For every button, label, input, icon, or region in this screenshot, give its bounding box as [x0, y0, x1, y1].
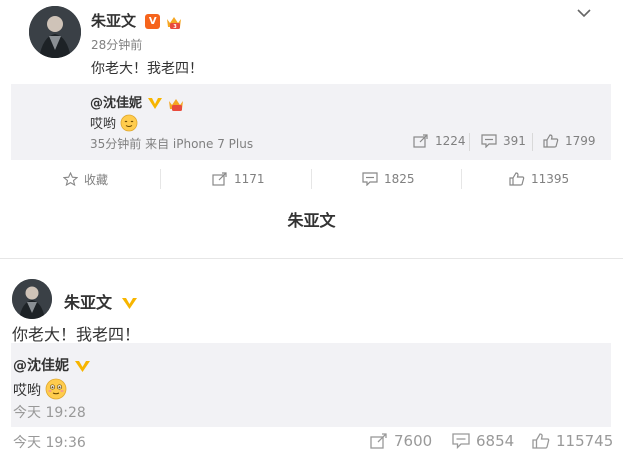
- repost-author[interactable]: @沈佳妮: [13, 355, 90, 375]
- favorite-button[interactable]: 收藏: [63, 166, 108, 192]
- smile-emoji-icon: [120, 114, 138, 136]
- author-avatar[interactable]: [29, 6, 81, 58]
- crown-icon: [167, 96, 185, 112]
- like-button[interactable]: 11395: [509, 166, 569, 192]
- like-icon: [509, 172, 525, 186]
- repost-text: 哎哟: [90, 113, 138, 136]
- svg-text:3: 3: [174, 24, 178, 30]
- chevron-down-icon[interactable]: [577, 8, 591, 18]
- post-time: 今天 19:36: [13, 435, 86, 451]
- author-name[interactable]: 朱亚文 V 3: [91, 10, 183, 31]
- repost-reposts[interactable]: 1224: [413, 134, 466, 148]
- repost-button[interactable]: 1171: [212, 166, 265, 192]
- repost-likes[interactable]: 1799: [543, 134, 596, 148]
- repost-button[interactable]: 7600: [370, 432, 432, 450]
- repost-time: 今天 19:28: [13, 405, 86, 421]
- author-avatar[interactable]: [12, 279, 52, 319]
- repost-text: 哎哟: [13, 378, 67, 404]
- separator: [532, 133, 533, 151]
- repost-icon: [370, 433, 388, 449]
- verified-icon: V: [145, 14, 161, 29]
- comment-button[interactable]: 1825: [362, 166, 415, 192]
- repost-author[interactable]: @沈佳妮: [90, 92, 185, 112]
- comment-icon: [362, 172, 378, 186]
- crown-icon: 3: [165, 14, 183, 30]
- comment-icon: [452, 433, 470, 449]
- comment-icon: [481, 134, 497, 148]
- verified-icon: [147, 96, 163, 111]
- repost-icon: [413, 134, 429, 148]
- separator: [469, 133, 470, 151]
- post-text: 你老大！我老四！: [91, 61, 203, 77]
- author-name[interactable]: 朱亚文: [64, 289, 137, 313]
- like-icon: [543, 134, 559, 148]
- verified-icon: [121, 296, 137, 311]
- repost-comments[interactable]: 391: [481, 134, 526, 148]
- repost-time-source[interactable]: 35分钟前 来自 iPhone 7 Plus: [90, 135, 253, 152]
- comment-button[interactable]: 6854: [452, 432, 514, 450]
- like-icon: [532, 433, 550, 449]
- post-text: 你老大！我老四！: [12, 325, 141, 344]
- separator: [311, 169, 312, 189]
- post-time[interactable]: 28分钟前: [91, 36, 142, 53]
- verified-icon: [74, 359, 90, 374]
- repost-card: [11, 343, 611, 427]
- caption-name: 朱亚文: [287, 211, 336, 230]
- smile-emoji-icon: [45, 378, 67, 404]
- divider: [0, 258, 623, 259]
- separator: [160, 169, 161, 189]
- separator: [461, 169, 462, 189]
- repost-icon: [212, 172, 228, 186]
- like-button[interactable]: 115745: [532, 432, 613, 450]
- star-icon: [63, 172, 78, 186]
